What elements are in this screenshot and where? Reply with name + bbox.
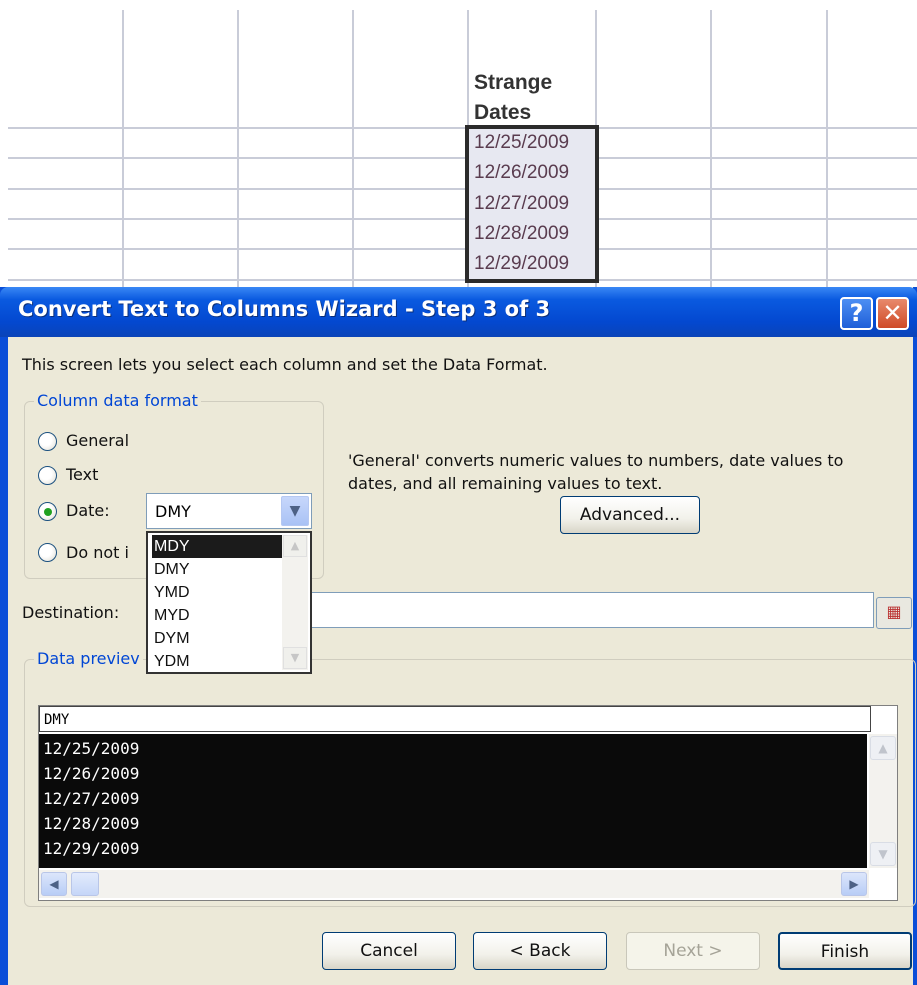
preview-row: 12/28/2009 <box>43 814 140 833</box>
text-to-columns-dialog: Convert Text to Columns Wizard - Step 3 … <box>0 287 917 985</box>
scroll-thumb[interactable] <box>71 872 99 896</box>
dropdown-option-dym[interactable]: DYM <box>152 627 282 650</box>
column-header-cell[interactable]: Strange Dates <box>474 68 596 128</box>
radio-general[interactable] <box>38 432 57 451</box>
chevron-down-icon[interactable]: ▼ <box>281 496 309 526</box>
radio-skip-column[interactable] <box>38 543 57 562</box>
advanced-button[interactable]: Advanced... <box>560 496 700 534</box>
date-format-value: DMY <box>155 502 191 521</box>
dropdown-option-ymd[interactable]: YMD <box>152 581 282 604</box>
radio-skip-label[interactable]: Do not i <box>66 543 129 562</box>
scroll-up-icon[interactable]: ▲ <box>283 535 307 557</box>
header-line-2: Dates <box>474 101 532 124</box>
radio-text[interactable] <box>38 466 57 485</box>
back-button[interactable]: < Back <box>473 932 607 970</box>
data-preview-label: Data previev <box>34 649 143 668</box>
grid-line <box>8 157 917 159</box>
radio-date-label[interactable]: Date: <box>66 501 110 520</box>
date-cell[interactable]: 12/25/2009 <box>474 128 596 158</box>
header-line-1: Strange <box>474 71 553 94</box>
preview-row: 12/27/2009 <box>43 789 140 808</box>
scroll-down-icon[interactable]: ▼ <box>870 842 896 866</box>
cancel-button[interactable]: Cancel <box>322 932 456 970</box>
finish-button[interactable]: Finish <box>778 932 912 970</box>
dialog-titlebar[interactable]: Convert Text to Columns Wizard - Step 3 … <box>0 287 917 337</box>
dropdown-option-mdy[interactable]: MDY <box>152 535 282 558</box>
dropdown-option-ydm[interactable]: YDM <box>152 650 282 673</box>
dialog-title: Convert Text to Columns Wizard - Step 3 … <box>18 297 551 321</box>
dropdown-option-dmy[interactable]: DMY <box>152 558 282 581</box>
grid-line <box>8 248 917 250</box>
scroll-right-icon[interactable]: ▶ <box>841 872 867 896</box>
next-button[interactable]: Next > <box>626 932 760 970</box>
radio-general-label[interactable]: General <box>66 431 129 450</box>
scroll-up-icon[interactable]: ▲ <box>870 736 896 760</box>
date-cell[interactable]: 12/29/2009 <box>474 249 596 279</box>
preview-horizontal-scrollbar[interactable]: ◀ ▶ <box>39 870 869 898</box>
destination-label: Destination: <box>22 603 120 622</box>
data-preview-pane[interactable]: DMY 12/25/2009 12/26/2009 12/27/2009 12/… <box>38 705 898 901</box>
radio-text-label[interactable]: Text <box>66 465 98 484</box>
grid-line <box>8 279 917 281</box>
grid-line <box>8 218 917 220</box>
range-picker-icon[interactable]: ▦ <box>876 597 912 629</box>
preview-row: 12/25/2009 <box>43 739 140 758</box>
preview-row: 12/29/2009 <box>43 839 140 858</box>
date-format-dropdown[interactable]: MDY DMY YMD MYD DYM YDM ▲ ▼ <box>146 531 312 674</box>
spreadsheet-area: Strange Dates 12/25/2009 12/26/2009 12/2… <box>0 0 917 292</box>
date-format-select[interactable]: DMY ▼ <box>146 493 312 529</box>
preview-vertical-scrollbar[interactable]: ▲ ▼ <box>869 734 897 868</box>
radio-date[interactable] <box>38 502 57 521</box>
preview-column-data[interactable]: 12/25/2009 12/26/2009 12/27/2009 12/28/2… <box>39 734 867 868</box>
grid-line <box>8 188 917 190</box>
column-format-label: Column data format <box>34 391 201 410</box>
close-button[interactable]: ✕ <box>876 297 909 330</box>
date-cell[interactable]: 12/27/2009 <box>474 189 596 219</box>
date-cell[interactable]: 12/28/2009 <box>474 219 596 249</box>
format-description: 'General' converts numeric values to num… <box>348 451 844 493</box>
intro-text: This screen lets you select each column … <box>22 355 548 374</box>
dropdown-option-myd[interactable]: MYD <box>152 604 282 627</box>
dropdown-scrollbar[interactable]: ▲ ▼ <box>282 535 308 670</box>
scroll-left-icon[interactable]: ◀ <box>41 872 67 896</box>
date-cell[interactable]: 12/26/2009 <box>474 158 596 188</box>
preview-column-header[interactable]: DMY <box>39 706 871 732</box>
destination-input[interactable] <box>308 592 874 628</box>
scroll-down-icon[interactable]: ▼ <box>283 647 307 669</box>
preview-row: 12/26/2009 <box>43 764 140 783</box>
grid-line <box>8 127 917 129</box>
help-button[interactable]: ? <box>840 297 873 330</box>
